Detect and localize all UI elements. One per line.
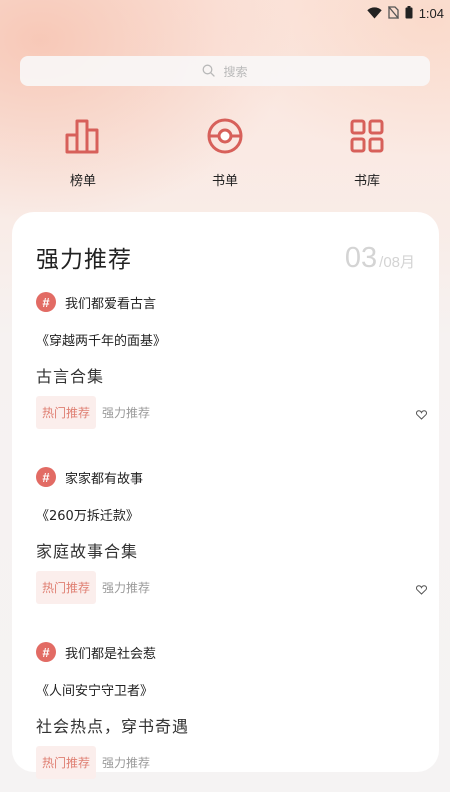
recommend-tag: 强力推荐 <box>102 756 151 770</box>
recommendation-card: 强力推荐 03 / 08月 # 我们都爱看古言 《穿越两千年的面基》 古言合集 … <box>12 212 439 779</box>
tag-row: 热门推荐 强力推荐 <box>36 571 150 604</box>
card-title: 强力推荐 <box>36 247 132 273</box>
book-title[interactable]: 《260万拆迁款》 <box>36 505 139 524</box>
nav-item-library[interactable]: 书库 <box>322 116 412 196</box>
quick-nav: 榜单 书单 书库 <box>0 116 450 196</box>
hashtag-icon: # <box>36 292 56 312</box>
topic-link[interactable]: # 我们都是社会惹 <box>36 642 156 662</box>
collection-name: 社会热点，穿书奇遇 <box>36 717 190 736</box>
topic-link[interactable]: # 我们都爱看古言 <box>36 292 156 312</box>
search-placeholder: 搜索 <box>223 64 248 79</box>
library-grid-icon <box>347 116 387 156</box>
topic-name: 我们都是社会惹 <box>65 646 157 662</box>
hashtag-icon: # <box>36 467 56 487</box>
wifi-icon <box>366 4 382 23</box>
status-bar: 1:04 <box>0 0 450 24</box>
topic-name: 我们都爱看古言 <box>65 296 157 312</box>
list-item[interactable]: # 家家都有故事 《260万拆迁款》 家庭故事合集 热门推荐 强力推荐 <box>36 467 427 617</box>
booklist-icon <box>205 116 245 156</box>
hot-tag: 热门推荐 <box>36 746 97 779</box>
battery-icon <box>405 4 413 23</box>
tag-row: 热门推荐 强力推荐 <box>36 396 150 429</box>
hot-tag: 热门推荐 <box>36 571 97 604</box>
collection-name: 家庭故事合集 <box>36 542 139 561</box>
topic-link[interactable]: # 家家都有故事 <box>36 467 143 487</box>
nav-item-booklist[interactable]: 书单 <box>180 116 270 196</box>
tag-row: 热门推荐 强力推荐 <box>36 746 150 779</box>
nav-label-booklist: 书单 <box>211 174 238 189</box>
search-bar[interactable]: 搜索 <box>20 56 430 86</box>
date-display: 03 / 08月 <box>345 242 415 275</box>
heart-icon[interactable] <box>414 408 428 422</box>
date-day: 03 <box>344 242 378 274</box>
list-item[interactable]: # 我们都是社会惹 《人间安宁守卫者》 社会热点，穿书奇遇 热门推荐 强力推荐 <box>36 642 416 792</box>
status-time: 1:04 <box>418 6 444 21</box>
book-title[interactable]: 《穿越两千年的面基》 <box>36 330 166 349</box>
nav-label-library: 书库 <box>353 174 380 189</box>
recommend-tag: 强力推荐 <box>102 581 151 595</box>
topic-name: 家家都有故事 <box>65 471 144 487</box>
nav-item-ranking[interactable]: 榜单 <box>38 116 128 196</box>
hashtag-icon: # <box>36 642 56 662</box>
hot-tag: 热门推荐 <box>36 396 97 429</box>
search-icon <box>202 62 216 81</box>
ranking-icon <box>63 116 103 156</box>
collection-name: 古言合集 <box>36 367 105 386</box>
recommend-tag: 强力推荐 <box>102 406 151 420</box>
no-sim-icon <box>387 4 399 23</box>
book-title[interactable]: 《人间安宁守卫者》 <box>36 680 153 699</box>
date-month: 08月 <box>383 254 415 271</box>
heart-icon[interactable] <box>414 583 428 597</box>
nav-label-ranking: 榜单 <box>69 174 96 189</box>
list-item[interactable]: # 我们都爱看古言 《穿越两千年的面基》 古言合集 热门推荐 强力推荐 <box>36 292 427 442</box>
